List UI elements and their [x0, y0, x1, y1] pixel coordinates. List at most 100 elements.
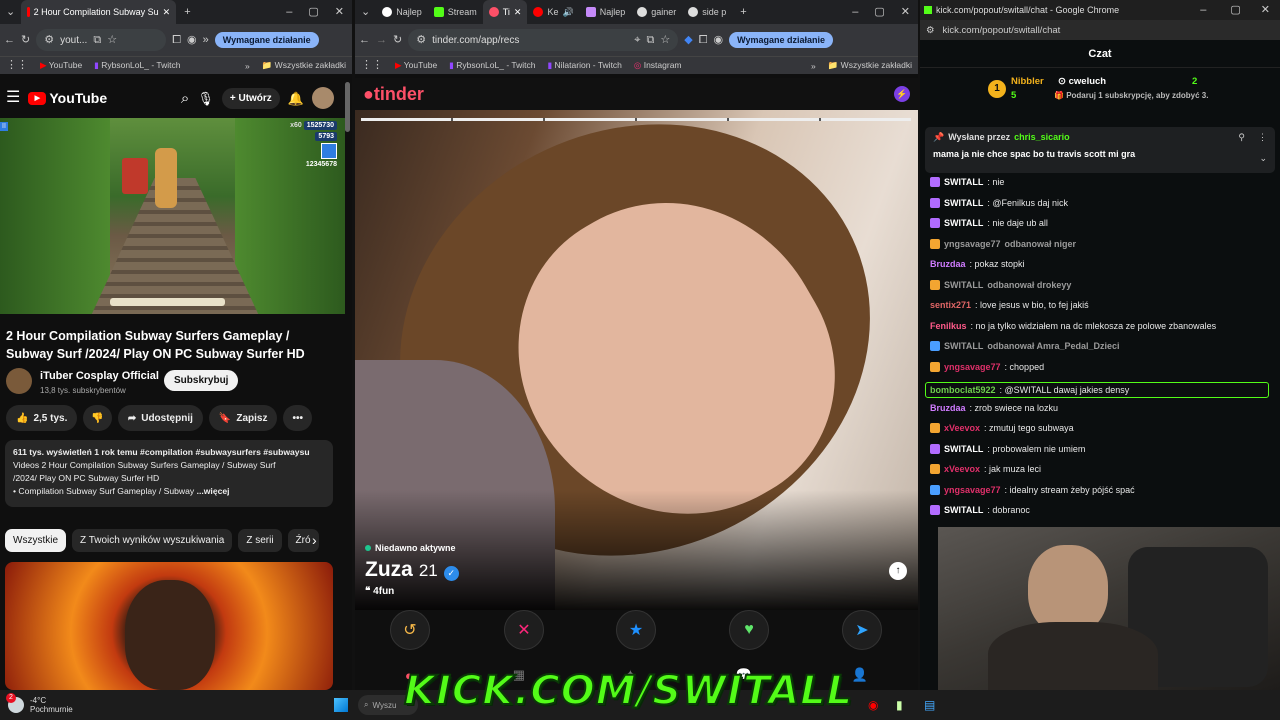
chat-username[interactable]: Bruzdaa: [930, 403, 966, 413]
minimize-icon[interactable]: –: [844, 6, 866, 18]
site-info-icon[interactable]: ⚙: [416, 34, 426, 46]
subscribe-button[interactable]: Subskrybuj: [164, 370, 239, 391]
taskbar-app-icon[interactable]: ◉: [868, 698, 878, 712]
pinned-menu-icon[interactable]: ⋮: [1258, 132, 1267, 143]
chat-message[interactable]: xVeevox: jak muza leci: [930, 464, 1041, 474]
tab-menu-icon[interactable]: ⌄: [355, 6, 376, 18]
chat-message[interactable]: yngsavage77: chopped: [930, 361, 1044, 372]
recommended-thumbnail[interactable]: [5, 562, 333, 690]
tinder-logo[interactable]: ●tinder: [363, 84, 424, 105]
scrollbar[interactable]: [345, 82, 350, 132]
chat-username[interactable]: SWITALL: [944, 198, 983, 208]
boost-button[interactable]: ➤: [842, 610, 882, 650]
tab-4[interactable]: Ke 🔊: [527, 0, 579, 24]
chat-username[interactable]: Bruzdaa: [930, 259, 966, 269]
search-icon[interactable]: ⌕: [181, 91, 189, 106]
tab-5[interactable]: Najlep: [580, 0, 632, 24]
action-required-button[interactable]: Wymagane działanie: [729, 32, 833, 48]
close-window-icon[interactable]: ✕: [1255, 4, 1276, 16]
bookmark-youtube[interactable]: ▶ YouTube: [40, 60, 82, 71]
site-info-icon[interactable]: ⚙: [926, 25, 935, 36]
chat-message[interactable]: SWITALL: probowalem nie umiem: [930, 443, 1085, 454]
chat-message[interactable]: yngsavage77 odbanował niger: [930, 238, 1076, 249]
chat-username[interactable]: yngsavage77: [944, 485, 1001, 495]
back-icon[interactable]: ←: [4, 34, 15, 46]
reload-icon[interactable]: ↻: [21, 34, 30, 46]
all-bookmarks[interactable]: 📁 Wszystkie zakładki: [262, 60, 346, 71]
notifications-bell-icon[interactable]: 🔔: [288, 92, 304, 105]
bookmark-star-icon[interactable]: ☆: [107, 34, 117, 46]
bookmark-star-icon[interactable]: ☆: [660, 34, 670, 46]
more-extensions-icon[interactable]: »: [203, 34, 209, 46]
chip-series[interactable]: Z serii: [238, 529, 282, 552]
create-button[interactable]: + Utwórz: [221, 87, 280, 109]
chip-all[interactable]: Wszystkie: [5, 529, 66, 552]
install-icon[interactable]: ⧉: [93, 34, 101, 46]
profile-icon[interactable]: ◉: [187, 34, 197, 46]
nope-button[interactable]: ✕: [504, 610, 544, 650]
extensions-icon[interactable]: ⧠: [699, 34, 708, 46]
share-button[interactable]: ➦ Udostępnij: [117, 405, 203, 431]
description-box[interactable]: 611 tys. wyświetleń 1 rok temu #compilat…: [5, 440, 333, 507]
rewind-button[interactable]: ↺: [390, 610, 430, 650]
more-bookmarks-icon[interactable]: »: [245, 61, 250, 71]
new-tab-icon[interactable]: +: [732, 6, 754, 18]
start-button-icon[interactable]: [334, 698, 348, 712]
chat-username[interactable]: SWITALL: [944, 177, 983, 187]
more-actions-button[interactable]: •••: [283, 405, 312, 431]
open-profile-icon[interactable]: ↑: [889, 562, 907, 580]
chat-message[interactable]: Bruzdaa: pokaz stopki: [930, 259, 1025, 269]
chat-username[interactable]: yngsavage77: [944, 239, 1001, 249]
chat-username[interactable]: yngsavage77: [944, 362, 1001, 372]
tab-youtube[interactable]: 2 Hour Compilation Subway Su ✕: [21, 0, 177, 24]
site-info-icon[interactable]: ⚙: [44, 34, 54, 46]
minimize-icon[interactable]: –: [278, 6, 300, 18]
chat-username[interactable]: SWITALL: [944, 341, 983, 351]
apps-icon[interactable]: ⋮⋮: [361, 60, 383, 71]
all-bookmarks[interactable]: 📁 Wszystkie zakładki: [828, 60, 912, 71]
install-icon[interactable]: ⧉: [646, 34, 654, 46]
dislike-button[interactable]: 👎: [83, 405, 112, 431]
tab-tinder[interactable]: Ti ✕: [482, 0, 528, 24]
extension-icon[interactable]: ◆: [684, 34, 692, 46]
pause-icon[interactable]: II: [0, 122, 8, 131]
chat-username[interactable]: SWITALL: [944, 218, 983, 228]
taskbar-app-icon[interactable]: ▤: [924, 698, 935, 712]
super-like-button[interactable]: ★: [616, 610, 656, 650]
expand-pinned-icon[interactable]: ⌄: [1259, 153, 1267, 164]
tab-6[interactable]: gainer: [631, 0, 682, 24]
profile-icon[interactable]: ◉: [714, 34, 724, 46]
chat-username[interactable]: SWITALL: [944, 505, 983, 515]
chat-username[interactable]: bomboclat5922: [930, 385, 996, 395]
channel-avatar[interactable]: [6, 368, 32, 394]
location-icon[interactable]: ⌖: [634, 34, 640, 46]
chat-username[interactable]: SWITALL: [944, 280, 983, 290]
account-avatar[interactable]: [312, 87, 334, 109]
chat-message[interactable]: Bruzdaa: zrob swiece na lozku: [930, 403, 1058, 413]
bookmark-twitch[interactable]: ▮ RybsonLoL_ - Twitch: [94, 60, 180, 71]
bookmark-twitch-nilatarion[interactable]: ▮ Nilatarion - Twitch: [547, 60, 621, 71]
chat-message[interactable]: sentix271: love jesus w bio, to fej jaki…: [930, 300, 1089, 310]
taskbar-app-icon[interactable]: ▮: [896, 698, 903, 712]
nav-profile-icon[interactable]: 👤: [852, 667, 868, 683]
chat-username[interactable]: xVeevox: [944, 464, 980, 474]
maximize-icon[interactable]: ▢: [300, 6, 326, 18]
microphone-icon[interactable]: 🎙: [197, 92, 214, 105]
profile-card[interactable]: Niedawno aktywne Zuza 21 ✓ ❝ 4fun ↑: [355, 110, 918, 610]
bookmark-youtube[interactable]: ▶ YouTube: [395, 60, 437, 71]
chat-message[interactable]: SWITALL: nie: [930, 177, 1004, 187]
close-window-icon[interactable]: ✕: [327, 6, 352, 18]
chat-message[interactable]: SWITALL odbanował drokeyy: [930, 279, 1071, 290]
chat-message[interactable]: SWITALL odbanował Amra_Pedal_Dzieci: [930, 341, 1120, 351]
close-tab-icon[interactable]: ✕: [163, 7, 171, 18]
video-player[interactable]: x60 1525730 5793 12345678 II: [0, 118, 345, 314]
extensions-icon[interactable]: ⧠: [172, 34, 181, 46]
chat-username[interactable]: xVeevox: [944, 423, 980, 433]
omnibox[interactable]: ⚙ yout... ⧉ ☆: [36, 29, 167, 51]
chat-username[interactable]: sentix271: [930, 300, 971, 310]
audio-icon[interactable]: 🔊: [562, 7, 573, 18]
weather-widget[interactable]: 2 -4°C Pochmurnie: [0, 693, 120, 714]
action-required-button[interactable]: Wymagane działanie: [214, 32, 319, 48]
chip-search-results[interactable]: Z Twoich wyników wyszukiwania: [72, 529, 233, 552]
omnibox[interactable]: ⚙ tinder.com/app/recs ⌖ ⧉ ☆: [408, 29, 679, 51]
